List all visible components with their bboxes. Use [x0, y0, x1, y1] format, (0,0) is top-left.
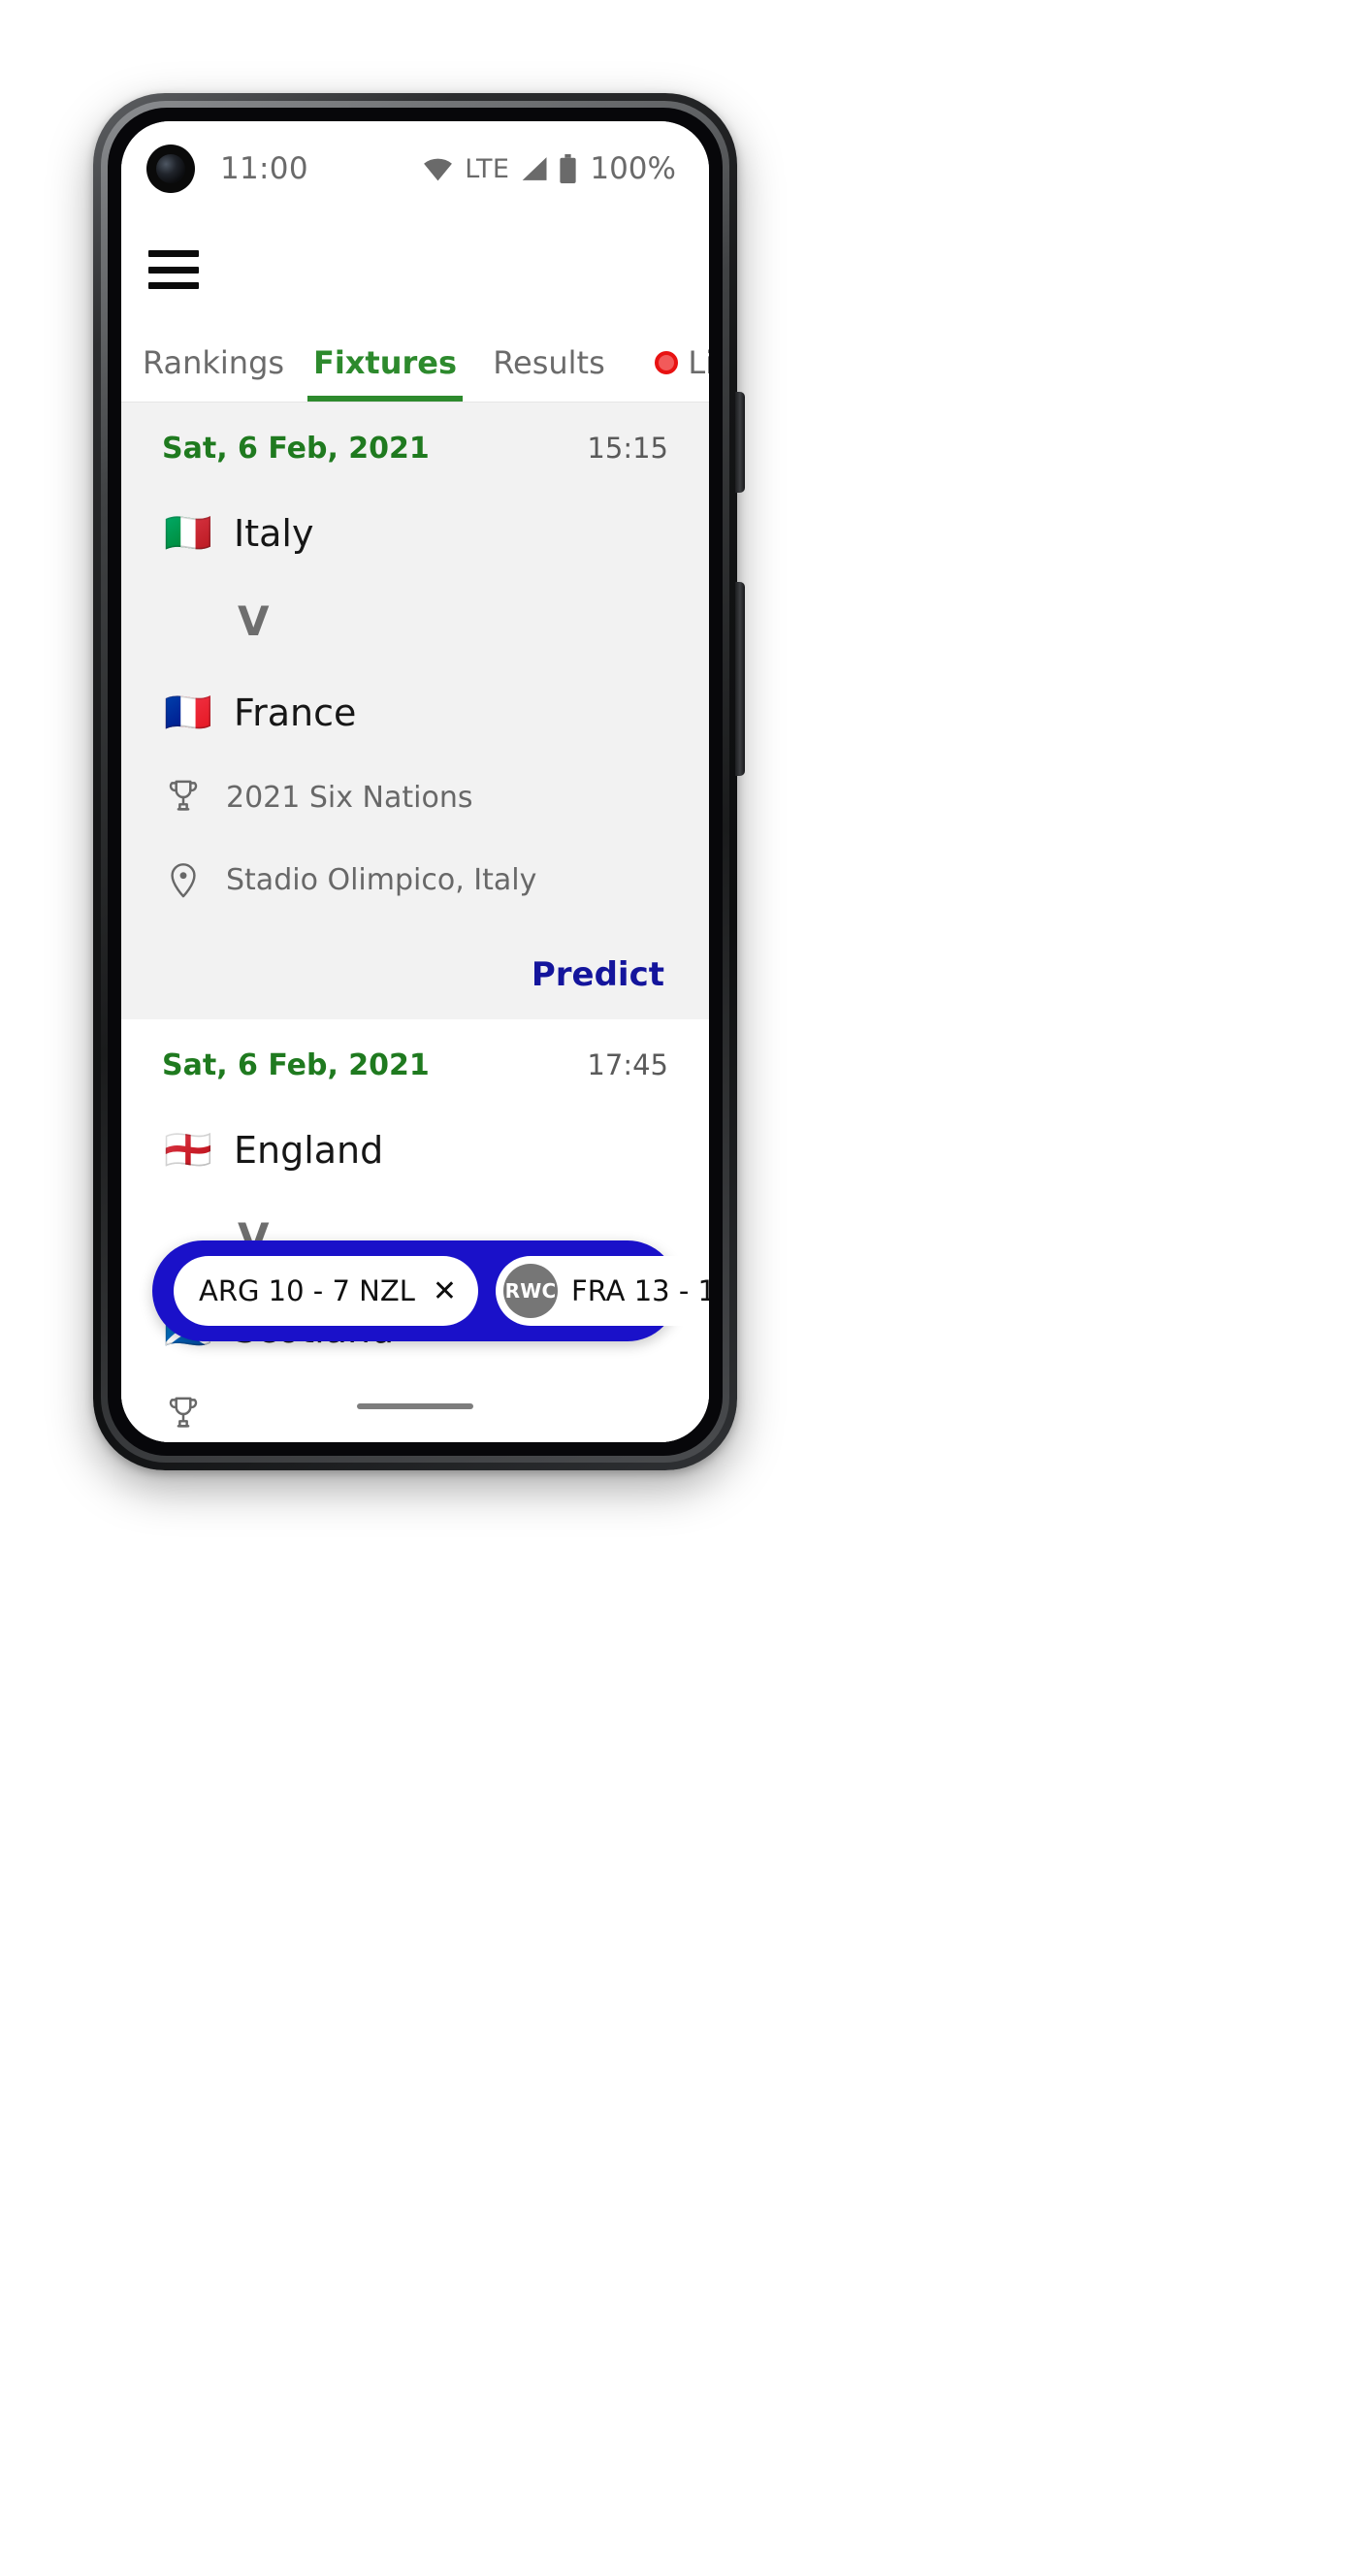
away-team-name: France: [234, 692, 357, 734]
score-chip[interactable]: RWC FRA 13 - 10 EN: [496, 1256, 709, 1326]
battery-icon: [560, 154, 576, 183]
tab-live[interactable]: Live: [635, 323, 709, 402]
wifi-icon: [424, 158, 453, 181]
status-indicators: LTE 100%: [422, 151, 676, 186]
fixture-card[interactable]: Sat, 6 Feb, 2021 17:45 🏴󠁧󠁢󠁥󠁮󠁧󠁿 England V…: [121, 1019, 709, 1442]
battery-percent-label: 100%: [590, 151, 676, 186]
away-team-flag-icon: 🇫🇷: [164, 691, 212, 735]
fixture-actions: Predict: [158, 955, 672, 994]
bottom-score-bar: ARG 10 - 7 NZL ✕ RWC FRA 13 - 10 EN +: [152, 1240, 709, 1341]
tournament-row: [158, 1396, 672, 1433]
fixture-date: Sat, 6 Feb, 2021: [162, 432, 430, 466]
tab-rankings-label: Rankings: [142, 343, 285, 381]
predict-button[interactable]: Predict: [532, 955, 664, 994]
app-bar: [121, 216, 709, 323]
screenshot-root: 11:00 LTE 100% Rankings Fixtures Results…: [0, 0, 1354, 2576]
phone-device-frame: 11:00 LTE 100% Rankings Fixtures Results…: [93, 93, 737, 1470]
fixture-kickoff-time: 17:45: [587, 1048, 668, 1081]
versus-separator: V: [238, 597, 270, 645]
phone-side-button-power[interactable]: [735, 582, 745, 776]
home-indicator[interactable]: [357, 1403, 473, 1409]
location-pin-icon: [162, 860, 205, 899]
phone-screen: 11:00 LTE 100% Rankings Fixtures Results…: [121, 121, 709, 1442]
live-indicator-dot-icon: [655, 350, 679, 374]
home-team-name: Italy: [234, 512, 314, 555]
home-team-row: 🇮🇹 Italy: [158, 512, 672, 555]
tournament-row: 2021 Six Nations: [158, 779, 672, 816]
tab-fixtures[interactable]: Fixtures: [307, 323, 463, 402]
close-icon[interactable]: ✕: [433, 1274, 457, 1308]
rwc-badge-icon: RWC: [503, 1264, 559, 1318]
score-chip-label: ARG 10 - 7 NZL: [199, 1274, 415, 1307]
fixture-date: Sat, 6 Feb, 2021: [162, 1048, 430, 1082]
hamburger-bar: [148, 266, 199, 274]
score-chip-label: FRA 13 - 10 EN: [571, 1274, 709, 1307]
tab-rankings[interactable]: Rankings: [131, 323, 296, 402]
venue-name: Stadio Olimpico, Italy: [226, 862, 537, 897]
home-team-flag-icon: 🏴󠁧󠁢󠁥󠁮󠁧󠁿: [164, 1128, 212, 1173]
phone-side-button-volume[interactable]: [735, 392, 745, 493]
signal-icon: [523, 157, 547, 180]
home-team-name: England: [234, 1129, 384, 1172]
phone-frame-inner: 11:00 LTE 100% Rankings Fixtures Results…: [108, 108, 723, 1456]
home-team-row: 🏴󠁧󠁢󠁥󠁮󠁧󠁿 England: [158, 1129, 672, 1172]
away-team-row: 🇫🇷 France: [158, 692, 672, 734]
tab-results-label: Results: [493, 343, 605, 381]
tab-bar: Rankings Fixtures Results Live: [121, 323, 709, 402]
status-time: 11:00: [220, 151, 308, 186]
score-chip[interactable]: ARG 10 - 7 NZL ✕: [174, 1256, 479, 1326]
venue-row: Stadio Olimpico, Italy: [158, 860, 672, 899]
tab-fixtures-label: Fixtures: [312, 343, 458, 381]
tab-results[interactable]: Results: [476, 323, 622, 402]
hamburger-menu-icon[interactable]: [148, 250, 199, 289]
phone-frame-midlayer: 11:00 LTE 100% Rankings Fixtures Results…: [101, 101, 729, 1463]
home-team-flag-icon: 🇮🇹: [164, 511, 212, 556]
trophy-icon: [162, 1396, 205, 1433]
fixture-card[interactable]: Sat, 6 Feb, 2021 15:15 🇮🇹 Italy V 🇫🇷 Fra…: [121, 402, 709, 1019]
hamburger-bar: [148, 282, 199, 289]
fixture-header: Sat, 6 Feb, 2021 17:45: [158, 1048, 672, 1082]
network-type-label: LTE: [465, 153, 510, 184]
fixture-header: Sat, 6 Feb, 2021 15:15: [158, 432, 672, 466]
status-bar: 11:00 LTE 100%: [121, 121, 709, 216]
tab-live-label: Live: [688, 343, 709, 381]
camera-punch-hole-icon: [146, 145, 195, 193]
tournament-name: 2021 Six Nations: [226, 780, 473, 815]
trophy-icon: [162, 779, 205, 816]
hamburger-bar: [148, 250, 199, 257]
fixture-kickoff-time: 15:15: [587, 432, 668, 465]
